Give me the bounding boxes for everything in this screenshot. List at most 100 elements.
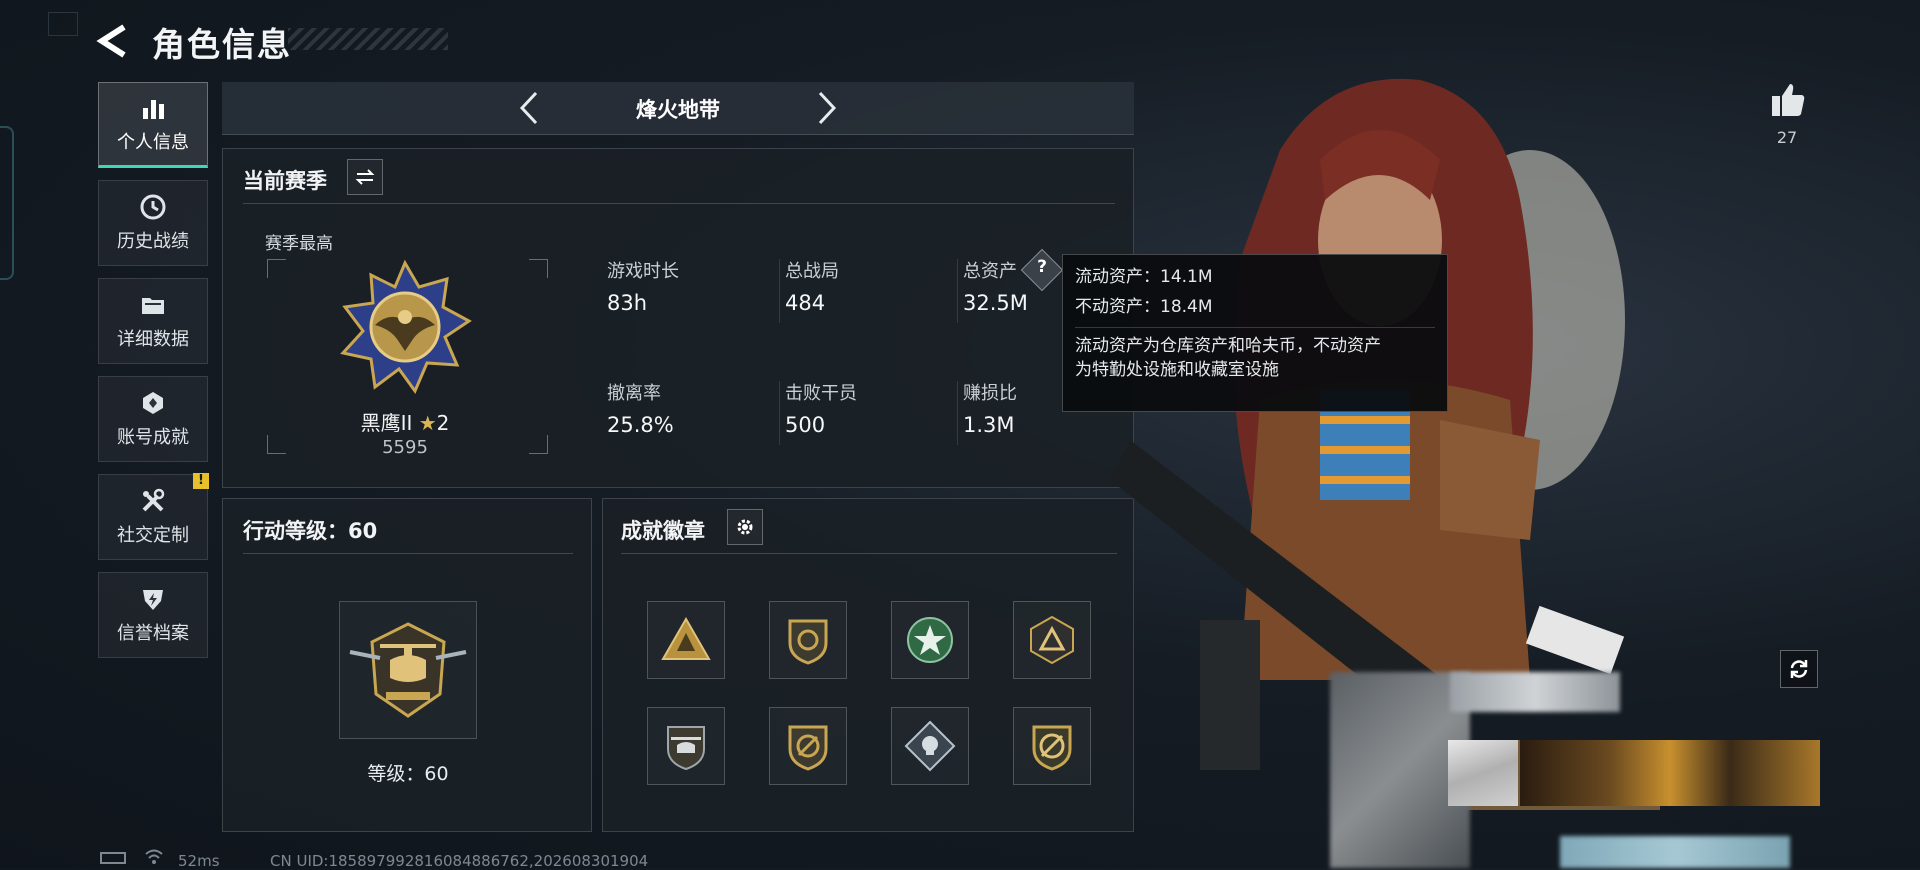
- triangle-emblem-icon: [661, 616, 711, 660]
- sidebar-item-label: 个人信息: [117, 132, 189, 153]
- season-panel: 当前赛季 赛季最高 黑鹰II ★2 5595 游戏时长 83h 总战局 484 …: [222, 148, 1134, 488]
- shield-emblem-icon: [788, 619, 828, 665]
- achievement-settings-button[interactable]: [727, 509, 763, 545]
- shield-slash-emblem-icon: [788, 725, 828, 771]
- wrench-tools-icon: [142, 488, 165, 512]
- frame-corner: [267, 435, 286, 454]
- page-title: 角色信息: [152, 25, 292, 64]
- divider: [621, 553, 1117, 554]
- asset-tooltip: 流动资产：14.1M 不动资产：18.4M 流动资产为仓库资产和哈夫币，不动资产…: [1062, 254, 1448, 412]
- stat-label: 赚损比: [963, 383, 1017, 404]
- stat-value: 484: [785, 291, 826, 315]
- season-highest-label: 赛季最高: [265, 234, 333, 254]
- stat-value: 32.5M: [963, 291, 1028, 315]
- stat-label: 总资产: [963, 261, 1017, 282]
- achievement-badge[interactable]: [1013, 707, 1091, 785]
- rank-score: 5595: [382, 437, 428, 458]
- help-icon: ?: [1037, 257, 1047, 277]
- achievement-badge[interactable]: [769, 601, 847, 679]
- dark-triangle-emblem-icon: [1030, 615, 1074, 665]
- swap-arrows-icon: [355, 169, 375, 185]
- green-star-medal-icon: [907, 617, 953, 663]
- blurred-region: [1450, 672, 1620, 712]
- achievement-badge[interactable]: [1013, 601, 1091, 679]
- season-switch-button[interactable]: [347, 159, 383, 195]
- sidebar-item-reputation[interactable]: 信誉档案: [98, 572, 208, 658]
- sidebar-item-label: 账号成就: [117, 427, 189, 448]
- achievement-badge[interactable]: [891, 601, 969, 679]
- star-icon: ★: [418, 411, 437, 435]
- sidebar-item-personal-info[interactable]: 个人信息: [98, 82, 208, 168]
- banner-image: [1520, 740, 1820, 806]
- helicopter-emblem-icon: [667, 726, 705, 771]
- divider: [779, 381, 780, 445]
- circle-slash-emblem-icon: [1032, 725, 1072, 771]
- divider: [957, 381, 958, 445]
- stat-value: 83h: [607, 291, 648, 315]
- action-level-panel: 行动等级：60 等级：60: [222, 498, 592, 832]
- thumbs-up-icon: [1772, 84, 1805, 116]
- tooltip-description-line: 为特勤处设施和收藏室设施: [1075, 360, 1279, 380]
- gear-icon: [737, 519, 753, 535]
- divider: [1075, 327, 1435, 328]
- helicopter-level-icon: [349, 622, 467, 718]
- sidebar-item-detailed-data[interactable]: 详细数据: [98, 278, 208, 364]
- rank-name: 黑鹰II: [360, 411, 413, 435]
- sidebar-item-label: 历史战绩: [117, 231, 189, 252]
- sidebar-item-label: 社交定制: [117, 525, 189, 546]
- tooltip-fixed-assets: 不动资产：18.4M: [1075, 297, 1213, 317]
- action-level-header: 行动等级：60: [243, 519, 378, 543]
- sidebar-item-history[interactable]: 历史战绩: [98, 180, 208, 266]
- sidebar-item-label: 信誉档案: [117, 623, 189, 644]
- folder-icon: [142, 298, 164, 314]
- corner-decoration: [48, 12, 78, 36]
- history-clock-icon: [140, 194, 166, 220]
- alert-badge: !: [193, 473, 209, 489]
- achievement-badge[interactable]: [769, 707, 847, 785]
- back-button[interactable]: [96, 24, 132, 58]
- back-arrow-icon: [96, 24, 126, 58]
- sidebar-item-label: 详细数据: [117, 329, 189, 350]
- stat-label: 撤离率: [607, 383, 661, 404]
- divider: [957, 259, 958, 323]
- battery-icon: [100, 852, 126, 864]
- frame-corner: [267, 259, 286, 278]
- divider: [243, 553, 573, 554]
- title-stripe-decoration: [288, 28, 448, 50]
- achievement-badge[interactable]: [647, 707, 725, 785]
- sidebar-item-achievements[interactable]: 账号成就: [98, 376, 208, 462]
- stat-label: 击败干员: [785, 383, 857, 404]
- like-button[interactable]: [1768, 80, 1808, 120]
- rotate-model-button[interactable]: [1780, 650, 1818, 688]
- banner-thumbnail: [1448, 740, 1518, 806]
- stat-label: 游戏时长: [607, 261, 679, 282]
- sidebar-item-social[interactable]: 社交定制 !: [98, 473, 209, 560]
- left-edge-tab[interactable]: [0, 126, 14, 280]
- mode-title: 烽火地带: [636, 98, 720, 122]
- like-count: 27: [1776, 128, 1798, 147]
- ping-text: 52ms: [178, 852, 220, 870]
- chevron-right-icon: [818, 91, 837, 125]
- blurred-region: [1560, 836, 1790, 868]
- divider: [243, 203, 1115, 204]
- achievement-badge[interactable]: [891, 707, 969, 785]
- level-emblem-frame: [339, 601, 477, 739]
- divider: [779, 259, 780, 323]
- frame-corner: [529, 435, 548, 454]
- season-header: 当前赛季: [243, 169, 327, 193]
- stat-value: 1.3M: [963, 413, 1015, 437]
- uid-text: CN UID:185897992816084886762,20260830190…: [270, 852, 649, 870]
- achievement-badge[interactable]: [647, 601, 725, 679]
- stat-value: 500: [785, 413, 826, 437]
- wifi-icon: [145, 849, 163, 864]
- tooltip-description-line: 流动资产为仓库资产和哈夫币，不动资产: [1075, 336, 1381, 356]
- refresh-icon: [1790, 660, 1808, 678]
- mode-next-button[interactable]: [810, 90, 844, 126]
- rank-name-row: 黑鹰II ★2: [331, 407, 479, 436]
- achievement-badge-icon: [143, 392, 163, 414]
- tooltip-liquid-assets: 流动资产：14.1M: [1075, 267, 1213, 287]
- rank-stars: 2: [436, 411, 450, 435]
- achievements-panel: 成就徽章: [602, 498, 1134, 832]
- stat-label: 总战局: [785, 261, 839, 282]
- rank-emblem-icon: [340, 259, 472, 395]
